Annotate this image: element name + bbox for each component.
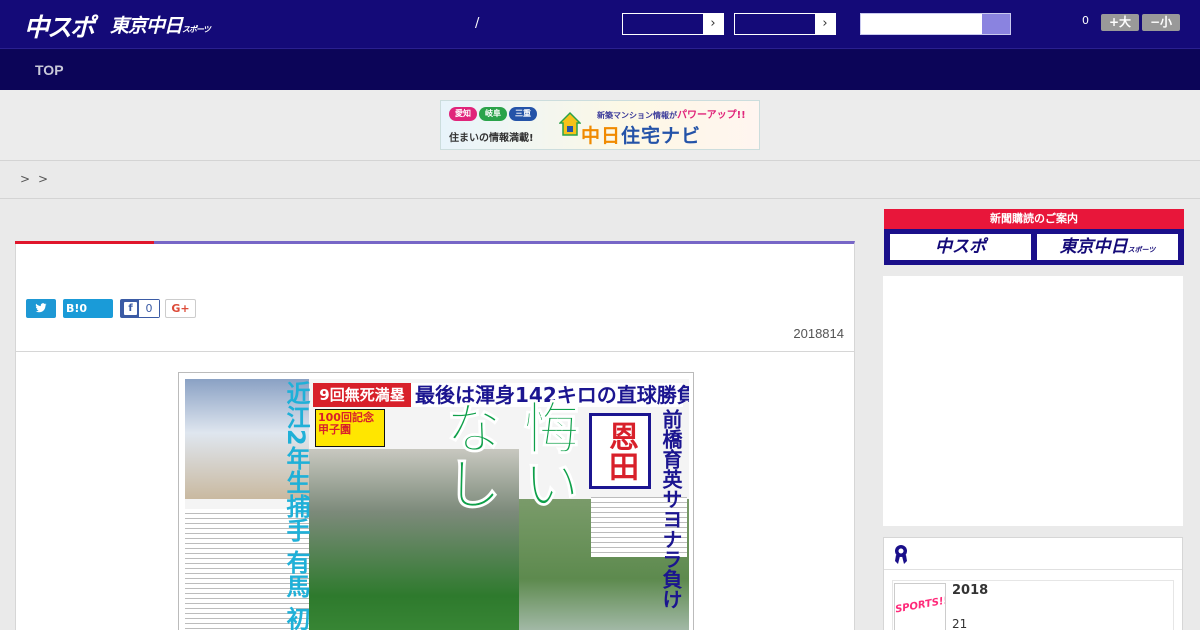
main-nav: TOP [0,48,1200,90]
banner-title-a: 中日 [581,125,622,147]
tokyo-chunichi-logo[interactable]: 東京中日スポーツ [110,11,211,38]
subscribe-tokyo-chunichi-button[interactable]: 東京中日スポーツ [1035,232,1180,262]
subscribe-tokyo-label: 東京中日 [1059,237,1128,257]
google-plus-share-button[interactable]: G+ [165,299,196,318]
hatena-bookmark-button[interactable]: B!0 [63,299,113,318]
category-select-2[interactable]: › [734,13,836,35]
newspaper-left-vertical: 近江2年生捕手 有馬 初球仕留め [282,381,310,630]
newspaper-name-box: 恩田 [589,413,651,489]
tokyo-chunichi-logo-text: 東京中日 [110,15,183,37]
article-date: 2018814 [793,326,844,341]
ranking-item[interactable]: SPORTS!! 2018 21 [892,580,1174,630]
ranking-box: SPORTS!! 2018 21 [883,537,1183,630]
banner-title-b: 住宅ナビ [621,125,702,147]
newspaper-koshien-badge: 100回記念 甲子園 [315,409,385,447]
banner-tagline-highlight: パワーアップ!! [677,110,746,121]
chusupo-logo[interactable]: 中スポ [24,8,95,44]
banner-tagline-text: 新築マンション情報が [597,111,677,120]
article-accent-bar [15,241,154,244]
banner-tagline: 新築マンション情報がパワーアップ!! [597,106,746,121]
facebook-share-button[interactable]: f 0 [120,299,160,318]
newspaper-front-image[interactable]: 9回無死満塁 最後は渾身142キロの直球勝負 100回記念 甲子園 近江2年生捕… [178,372,694,630]
font-smaller-button[interactable]: −小 [1142,14,1180,31]
newspaper-front-content: 9回無死満塁 最後は渾身142キロの直球勝負 100回記念 甲子園 近江2年生捕… [185,379,689,630]
font-bigger-button[interactable]: +大 [1101,14,1139,31]
twitter-icon [35,303,47,313]
ribbon-icon [895,545,907,564]
category-select-2-value[interactable] [735,14,815,34]
subscribe-chusupo-button[interactable]: 中スポ [888,232,1033,262]
banner-title: 中日住宅ナビ [581,121,701,148]
facebook-share-count: 0 [139,300,159,317]
ranking-header [884,538,1182,570]
breadcrumb: > > [0,162,1200,199]
subscribe-tokyo-small: スポーツ [1127,246,1156,254]
newspaper-right-vertical: 前橋育英サヨナラ負け [659,409,683,609]
breadcrumb-separator: > [38,172,49,186]
banner-pill-mie: 三重 [509,107,537,121]
subscription-heading: 新聞購読のご案内 [884,209,1184,229]
chevron-right-icon[interactable]: › [815,14,835,34]
breadcrumb-separator: > [20,172,31,186]
category-select-1-value[interactable] [623,14,703,34]
article-card: B!0 f 0 G+ 2018814 9回無死満塁 最後は渾身142キロの直球勝… [15,241,855,630]
newspaper-big-headline: 悔いなし [436,399,580,512]
house-icon [559,111,581,136]
twitter-share-button[interactable] [26,299,56,318]
banner-pill-gifu: 岐阜 [479,107,507,121]
ranking-item-title: 2018 [952,583,989,598]
font-size-counter: 0 [1082,14,1089,27]
ranking-item-thumbnail: SPORTS!! [894,583,946,630]
nav-item-top[interactable]: TOP [35,62,64,78]
housing-navi-banner[interactable]: 愛知 岐阜 三重 住まいの情報満載! 新築マンション情報がパワーアップ!! 中日… [440,100,760,150]
site-header: 中スポ 東京中日スポーツ / › › 0 +大 −小 [0,0,1200,48]
ad-banner-area: 愛知 岐阜 三重 住まいの情報満載! 新築マンション情報がパワーアップ!! 中日… [0,90,1200,161]
facebook-icon: f [124,302,137,315]
banner-subtitle: 住まいの情報満載! [449,133,534,144]
search-button[interactable] [982,14,1010,34]
ranking-thumb-label: SPORTS!! [894,595,946,616]
subscription-box: 新聞購読のご案内 中スポ 東京中日スポーツ [884,209,1184,265]
header-separator: / [475,16,480,31]
sidebar-ad-slot[interactable] [883,276,1183,526]
ranking-item-subtitle: 21 [952,617,968,630]
banner-pill-aichi: 愛知 [449,107,477,121]
divider [16,351,854,352]
category-select-1[interactable]: › [622,13,724,35]
newspaper-red-label: 9回無死満塁 [313,383,411,407]
search-field[interactable] [860,13,1011,35]
chevron-right-icon[interactable]: › [703,14,723,34]
tokyo-chunichi-logo-small: スポーツ [182,25,211,34]
